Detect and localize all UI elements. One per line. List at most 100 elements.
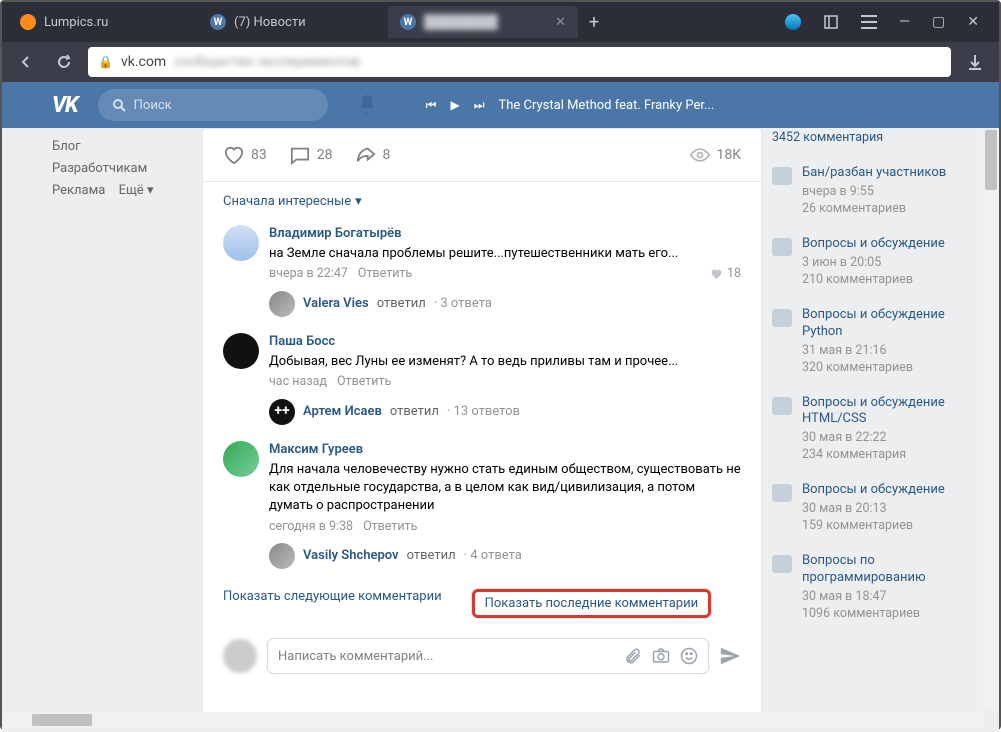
like-count: 83 — [251, 147, 267, 163]
tab-title: (7) Новости — [234, 15, 306, 30]
topic-item[interactable]: Вопросы и обсуждение 30 мая в 20:13 159 … — [772, 474, 989, 545]
speech-icon — [772, 167, 792, 185]
left-footer-nav: Блог Разработчикам Реклама Ещё ▾ — [2, 128, 202, 732]
post-card: 83 28 8 18K Сначала интересные ▾ — [202, 128, 762, 722]
comment-input[interactable]: Написать комментарий... — [267, 638, 709, 674]
show-next-comments[interactable]: Показать следующие комментарии — [223, 589, 442, 618]
avatar[interactable] — [223, 225, 259, 261]
comment-author[interactable]: Владимир Богатырёв — [269, 225, 741, 243]
comment-time: сегодня в 9:38 — [269, 518, 353, 536]
nav-ads[interactable]: Реклама — [52, 180, 105, 202]
vertical-scrollbar[interactable] — [983, 130, 999, 710]
tab-title: ████████ — [424, 14, 498, 30]
show-last-comments[interactable]: Показать последние комментарии — [472, 589, 712, 618]
vk-logo[interactable]: VK — [52, 93, 78, 118]
topic-item[interactable]: Бан/разбан участников вчера в 9:55 26 ко… — [772, 157, 989, 228]
audio-player: ⏮ ▶ ⏭ The Crystal Method feat. Franky Pe… — [426, 98, 715, 113]
address-bar: 🔒 vk.com сообщество экспериментов — [2, 42, 999, 82]
nav-blog[interactable]: Блог — [52, 136, 81, 158]
avatar[interactable] — [223, 639, 257, 673]
next-track-icon[interactable]: ⏭ — [474, 98, 485, 113]
post-stats: 83 28 8 18K — [203, 129, 761, 182]
share-button[interactable]: 8 — [355, 145, 391, 165]
camera-icon[interactable] — [652, 647, 670, 665]
menu-icon[interactable] — [861, 15, 877, 29]
browser-tab-active[interactable]: W ████████ ✕ — [388, 6, 578, 38]
nav-devs[interactable]: Разработчикам — [52, 158, 147, 180]
downloads-button[interactable] — [961, 48, 989, 76]
content: Блог Разработчикам Реклама Ещё ▾ 83 28 8… — [2, 128, 999, 732]
browser-tab[interactable]: W (7) Новости — [198, 6, 388, 38]
comment-author[interactable]: Максим Гуреев — [269, 441, 741, 459]
avatar[interactable] — [223, 333, 259, 369]
profile-icon[interactable] — [785, 14, 801, 30]
back-button[interactable] — [12, 48, 40, 76]
horizontal-scrollbar[interactable] — [2, 712, 983, 728]
avatar: ++ — [269, 399, 295, 425]
comment-item: Максим Гуреев Для начала человечеству ну… — [223, 431, 741, 575]
track-title[interactable]: The Crystal Method feat. Franky Per... — [499, 98, 715, 113]
new-tab-button[interactable]: + — [578, 6, 610, 38]
favicon-icon — [20, 14, 36, 30]
avatar[interactable] — [223, 441, 259, 477]
topic-item[interactable]: Вопросы и обсуждение 3 июн в 20:05 210 к… — [772, 228, 989, 299]
lock-icon: 🔒 — [98, 55, 113, 69]
comment-button[interactable]: 28 — [289, 145, 333, 165]
comment-item: Владимир Богатырёв на Земле сначала проб… — [223, 215, 741, 323]
search-placeholder: Поиск — [134, 98, 172, 113]
reply-thread[interactable]: Valera Vies ответил · 3 ответа — [269, 291, 741, 317]
close-icon[interactable]: ✕ — [555, 15, 566, 30]
reply-link[interactable]: Ответить — [363, 518, 417, 536]
like-button[interactable]: 83 — [223, 145, 267, 165]
search-input[interactable]: Поиск — [98, 89, 328, 121]
send-button[interactable] — [719, 645, 741, 667]
browser-tab-strip: Lumpics.ru W (7) Новости W ████████ ✕ + … — [2, 2, 999, 42]
prev-track-icon[interactable]: ⏮ — [426, 98, 437, 113]
sidebar-toggle-icon[interactable] — [823, 14, 839, 30]
share-count: 8 — [383, 147, 391, 163]
close-button[interactable]: ✕ — [967, 14, 979, 30]
minimize-button[interactable]: — — [899, 14, 910, 30]
topic-item[interactable]: Вопросы и обсуждение HTML/CSS 30 мая в 2… — [772, 387, 989, 475]
url-domain: vk.com — [121, 54, 166, 70]
comment-author[interactable]: Паша Босс — [269, 333, 741, 351]
speech-icon — [772, 484, 792, 502]
vk-header: VK Поиск ⏮ ▶ ⏭ The Crystal Method feat. … — [2, 82, 999, 128]
comment-item: Паша Босс Добывая, вес Луны ее изменят? … — [223, 323, 741, 431]
reply-link[interactable]: Ответить — [337, 373, 391, 391]
topic-item[interactable]: Вопросы по программированию 30 мая в 18:… — [772, 545, 989, 633]
browser-tab[interactable]: Lumpics.ru — [8, 6, 198, 38]
reply-link[interactable]: Ответить — [358, 265, 412, 283]
url-input[interactable]: 🔒 vk.com сообщество экспериментов — [88, 47, 951, 77]
discussions-sidebar: 3452 комментария Бан/разбан участников в… — [772, 128, 999, 732]
avatar — [269, 543, 295, 569]
reply-thread[interactable]: ++ Артем Исаев ответил · 13 ответов — [269, 399, 741, 425]
speech-icon — [772, 555, 792, 573]
comment-sort[interactable]: Сначала интересные ▾ — [203, 182, 761, 215]
chevron-down-icon: ▾ — [355, 194, 362, 209]
reply-row: Написать комментарий... — [203, 628, 761, 674]
reload-button[interactable] — [50, 48, 78, 76]
views: 18K — [690, 147, 741, 163]
play-icon[interactable]: ▶ — [450, 98, 459, 112]
comment-like[interactable]: 18 — [710, 265, 741, 283]
nav-more[interactable]: Ещё ▾ — [119, 180, 154, 202]
maximize-button[interactable]: ▢ — [932, 14, 945, 30]
comments-list: Владимир Богатырёв на Земле сначала проб… — [203, 215, 761, 575]
topic-item[interactable]: Вопросы и обсуждение Python 31 мая в 21:… — [772, 299, 989, 387]
speech-icon — [772, 397, 792, 415]
tab-title: Lumpics.ru — [44, 15, 108, 30]
comment-count: 28 — [317, 147, 333, 163]
comment-icon — [289, 145, 311, 165]
topic-item[interactable]: 3452 комментария — [772, 128, 989, 157]
heart-icon — [710, 268, 723, 280]
reply-thread[interactable]: Vasily Shchepov ответил · 4 ответа — [269, 543, 741, 569]
attach-icon[interactable] — [624, 647, 642, 665]
chevron-down-icon: ▾ — [147, 183, 154, 198]
comment-text: Добывая, вес Луны ее изменят? А то ведь … — [269, 353, 741, 371]
favicon-icon: W — [210, 14, 226, 30]
emoji-icon[interactable] — [680, 647, 698, 665]
speech-icon — [772, 238, 792, 256]
notifications-icon[interactable] — [358, 95, 376, 115]
comment-time: вчера в 22:47 — [269, 265, 348, 283]
